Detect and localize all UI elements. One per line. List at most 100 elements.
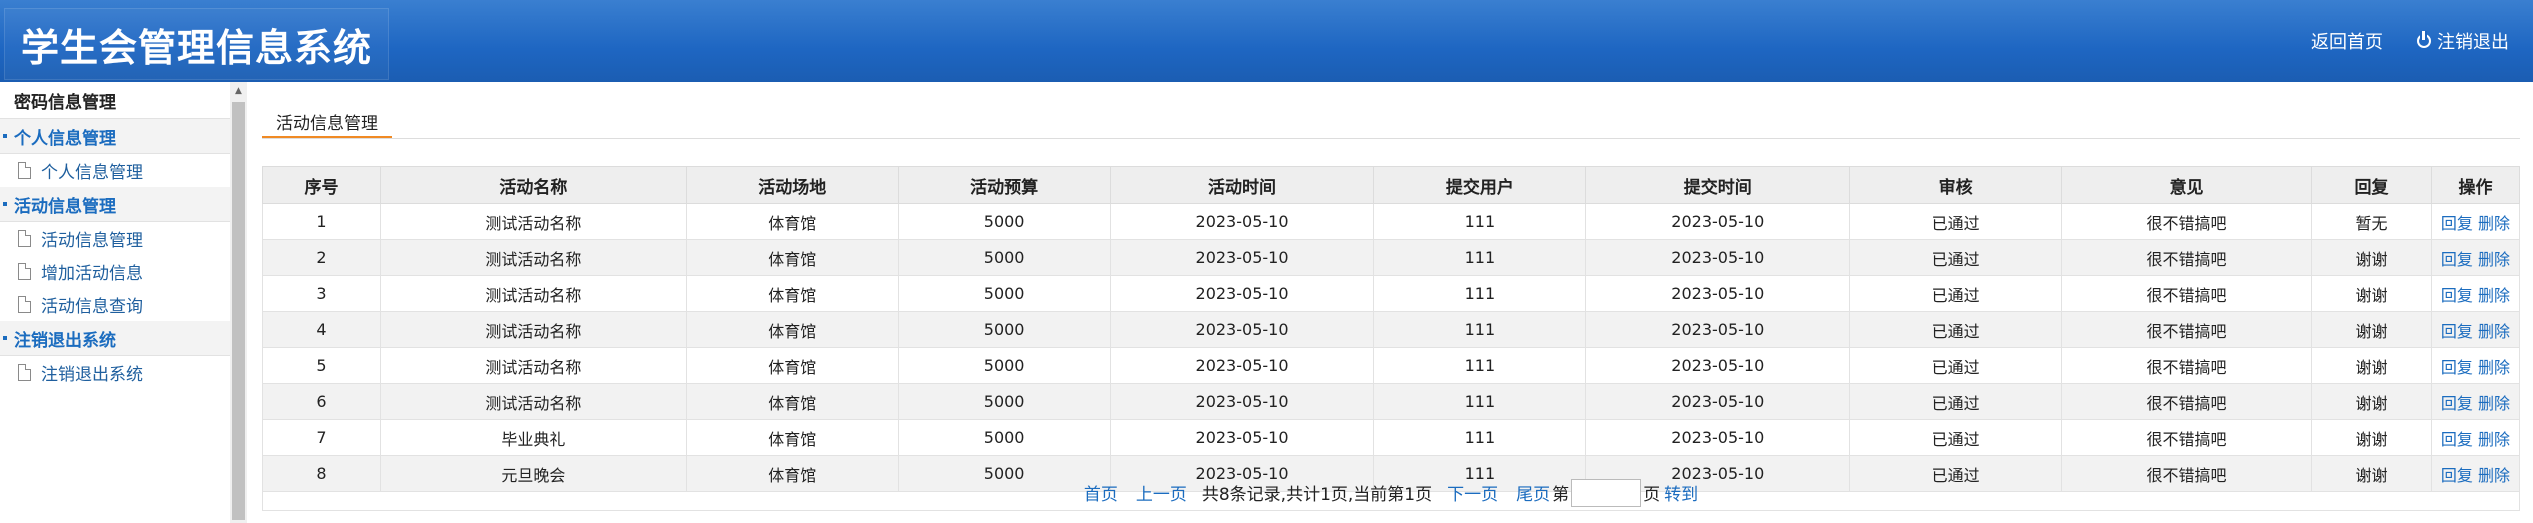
column-header: 序号 (262, 166, 381, 204)
cell-budget: 5000 (897, 383, 1111, 420)
cell-reply: 谢谢 (2311, 311, 2432, 348)
cell-user: 111 (1373, 311, 1587, 348)
home-link[interactable]: 返回首页 (2311, 28, 2383, 54)
cell-no: 4 (262, 311, 381, 348)
tab-bar: 活动信息管理 (262, 82, 2520, 139)
cell-venue: 体育馆 (685, 419, 899, 456)
cell-user: 111 (1373, 275, 1587, 312)
cell-audit: 已通过 (1849, 419, 2063, 456)
delete-link[interactable]: 删除 (2478, 286, 2510, 305)
cell-submit: 2023-05-10 (1585, 203, 1851, 240)
cell-audit: 已通过 (1849, 203, 2063, 240)
cell-reply: 谢谢 (2311, 383, 2432, 420)
sidebar-group-activity[interactable]: 活动信息管理 (0, 187, 230, 222)
cell-opinion: 很不错搞吧 (2061, 419, 2312, 456)
cell-name: 测试活动名称 (379, 275, 687, 312)
delete-link[interactable]: 删除 (2478, 394, 2510, 413)
column-header: 审核 (1849, 166, 2063, 204)
cell-no: 7 (262, 419, 381, 456)
cell-reply: 暂无 (2311, 203, 2432, 240)
cell-name: 测试活动名称 (379, 311, 687, 348)
sidebar-item-label: 活动信息管理 (41, 231, 143, 251)
reply-link[interactable]: 回复 (2441, 430, 2473, 449)
cell-user: 111 (1373, 203, 1587, 240)
sidebar-item-personal-info[interactable]: 个人信息管理 (0, 154, 230, 187)
cell-budget: 5000 (897, 275, 1111, 312)
document-icon (18, 263, 31, 280)
document-icon (18, 296, 31, 313)
cell-audit: 已通过 (1849, 311, 2063, 348)
go-to-page-link[interactable]: 转到 (1664, 480, 1698, 505)
delete-link[interactable]: 删除 (2478, 322, 2510, 341)
reply-link[interactable]: 回复 (2441, 394, 2473, 413)
scroll-up-icon[interactable]: ▲ (230, 82, 247, 99)
cell-budget: 5000 (897, 419, 1111, 456)
delete-link[interactable]: 删除 (2478, 358, 2510, 377)
page-number-input[interactable] (1571, 478, 1642, 507)
column-header: 提交用户 (1373, 166, 1587, 204)
cell-reply: 谢谢 (2311, 275, 2432, 312)
sidebar-group-logout[interactable]: 注销退出系统 (0, 321, 230, 356)
table-row: 2 测试活动名称 体育馆 5000 2023-05-10 111 2023-05-10 已通过… (262, 239, 2521, 276)
cell-submit: 2023-05-10 (1585, 239, 1851, 276)
cell-actions: 回复 删除 (2430, 275, 2521, 312)
sidebar-item-password[interactable]: 密码信息管理 (0, 82, 230, 119)
delete-link[interactable]: 删除 (2478, 250, 2510, 269)
cell-time: 2023-05-10 (1109, 239, 1375, 276)
cell-budget: 5000 (897, 239, 1111, 276)
cell-venue: 体育馆 (685, 239, 899, 276)
reply-link[interactable]: 回复 (2441, 322, 2473, 341)
reply-link[interactable]: 回复 (2441, 250, 2473, 269)
delete-link[interactable]: 删除 (2478, 430, 2510, 449)
scrollbar-thumb[interactable] (232, 102, 245, 520)
reply-link[interactable]: 回复 (2441, 286, 2473, 305)
table-body: 1 测试活动名称 体育馆 5000 2023-05-10 111 2023-05-10 已通过… (262, 203, 2521, 492)
first-page-link[interactable]: 首页 (1084, 480, 1118, 505)
cell-no: 1 (262, 203, 381, 240)
next-page-link[interactable]: 下一页 (1447, 480, 1498, 505)
pagination: 首页 上一页 共8条记录,共计1页,当前第1页 下一页 尾页 第 页 转到 (262, 475, 2520, 511)
sidebar-item-activity-add[interactable]: 增加活动信息 (0, 255, 230, 288)
cell-audit: 已通过 (1849, 239, 2063, 276)
cell-time: 2023-05-10 (1109, 347, 1375, 384)
cell-audit: 已通过 (1849, 275, 2063, 312)
cell-venue: 体育馆 (685, 311, 899, 348)
cell-name: 毕业典礼 (379, 419, 687, 456)
sidebar-item-label: 活动信息查询 (41, 297, 143, 317)
sidebar-scrollbar[interactable]: ▲ (230, 82, 247, 523)
cell-budget: 5000 (897, 311, 1111, 348)
sidebar-item-activity-query[interactable]: 活动信息查询 (0, 288, 230, 321)
document-icon (18, 230, 31, 247)
document-icon (18, 162, 31, 179)
cell-venue: 体育馆 (685, 383, 899, 420)
cell-reply: 谢谢 (2311, 419, 2432, 456)
reply-link[interactable]: 回复 (2441, 214, 2473, 233)
cell-no: 6 (262, 383, 381, 420)
cell-time: 2023-05-10 (1109, 383, 1375, 420)
app-header: 学生会管理信息系统 返回首页 注销退出 (0, 0, 2533, 82)
last-page-link[interactable]: 尾页 (1516, 480, 1550, 505)
logout-link-label: 注销退出 (2437, 32, 2509, 53)
delete-link[interactable]: 删除 (2478, 214, 2510, 233)
sidebar-item-activity-manage[interactable]: 活动信息管理 (0, 222, 230, 255)
cell-opinion: 很不错搞吧 (2061, 347, 2312, 384)
cell-submit: 2023-05-10 (1585, 275, 1851, 312)
cell-actions: 回复 删除 (2430, 239, 2521, 276)
sidebar-item-logout[interactable]: 注销退出系统 (0, 356, 230, 389)
page-prefix: 第 (1552, 485, 1570, 505)
cell-venue: 体育馆 (685, 203, 899, 240)
logout-link[interactable]: 注销退出 (2417, 28, 2509, 54)
reply-link[interactable]: 回复 (2441, 358, 2473, 377)
prev-page-link[interactable]: 上一页 (1136, 480, 1187, 505)
sidebar-group-personal[interactable]: 个人信息管理 (0, 119, 230, 154)
cell-opinion: 很不错搞吧 (2061, 383, 2312, 420)
column-header: 操作 (2430, 166, 2521, 204)
cell-user: 111 (1373, 239, 1587, 276)
tab-activity-manage[interactable]: 活动信息管理 (262, 106, 392, 138)
column-header: 回复 (2311, 166, 2432, 204)
header-links: 返回首页 注销退出 (2311, 0, 2509, 82)
sidebar-item-label: 增加活动信息 (41, 264, 143, 284)
cell-opinion: 很不错搞吧 (2061, 311, 2312, 348)
cell-user: 111 (1373, 419, 1587, 456)
column-header: 活动名称 (379, 166, 687, 204)
